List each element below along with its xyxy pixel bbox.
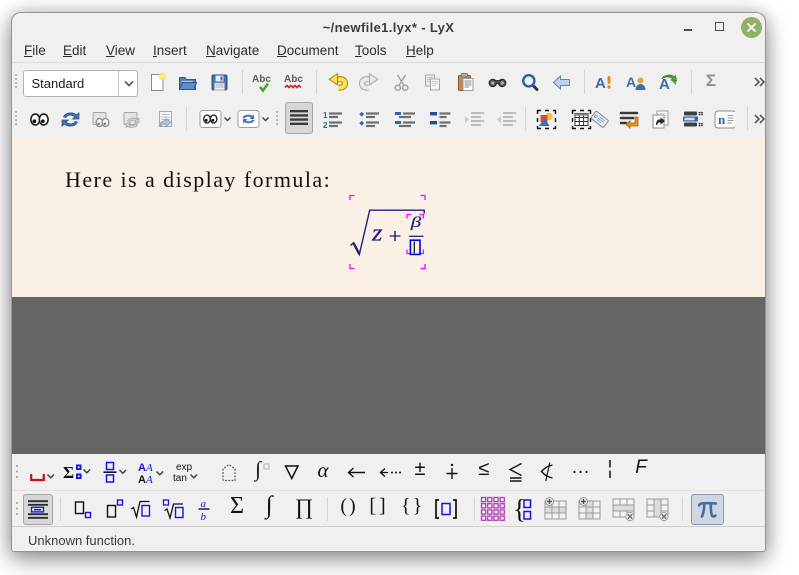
svg-text:A: A xyxy=(626,74,636,90)
svg-text:A: A xyxy=(659,76,670,93)
svg-text:A: A xyxy=(138,462,146,474)
svg-text:A: A xyxy=(145,462,153,474)
svg-text:a: a xyxy=(201,498,207,510)
svg-text:2: 2 xyxy=(323,121,328,130)
svg-text:A: A xyxy=(595,75,606,92)
svg-text:β: β xyxy=(409,215,422,231)
svg-text:b: b xyxy=(201,511,207,522)
svg-text:Abc: Abc xyxy=(284,74,303,85)
svg-text:A: A xyxy=(145,474,153,485)
svg-text:A: A xyxy=(138,474,146,485)
svg-text:Σ: Σ xyxy=(63,463,74,482)
svg-text:1: 1 xyxy=(323,111,328,120)
svg-text:exp: exp xyxy=(176,462,193,473)
svg-text:n: n xyxy=(718,112,726,127)
svg-text:Abc: Abc xyxy=(252,74,271,85)
svg-text:tan: tan xyxy=(173,473,187,484)
svg-text:+: + xyxy=(389,224,402,248)
svg-text:z: z xyxy=(371,220,383,246)
